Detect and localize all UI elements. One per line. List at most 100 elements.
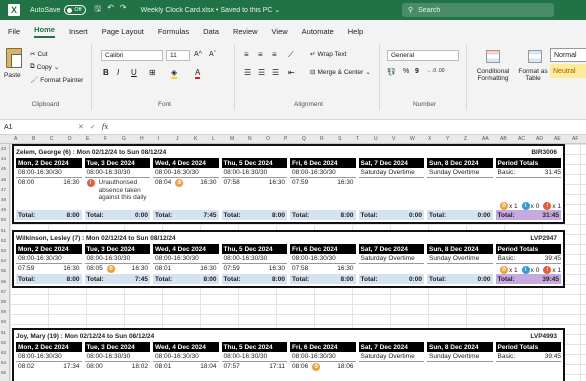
fx-icon[interactable]: fx (102, 123, 109, 131)
font-size-select[interactable]: 11 (166, 50, 190, 61)
column-header[interactable]: U (374, 136, 378, 142)
column-header[interactable]: C (50, 136, 54, 142)
clock-cell[interactable] (427, 178, 493, 210)
indent-icon[interactable]: ⇤ (288, 68, 295, 77)
align-left-icon[interactable]: ☰ (244, 68, 251, 77)
conditional-formatting-icon[interactable] (486, 50, 500, 63)
tab-view[interactable]: View (272, 27, 288, 36)
column-header[interactable]: Z (464, 136, 467, 142)
borders-icon[interactable]: ⊞ (149, 68, 156, 77)
tab-home[interactable]: Home (34, 25, 55, 38)
column-header[interactable]: W (410, 136, 415, 142)
tab-page-layout[interactable]: Page Layout (102, 27, 144, 36)
clock-cell[interactable]: 08:06 ⏱ 18:06 (290, 362, 356, 372)
column-header[interactable]: G (122, 136, 126, 142)
row-header[interactable]: 51 (1, 228, 6, 233)
column-header[interactable]: AB (500, 136, 507, 142)
tab-automate[interactable]: Automate (302, 27, 334, 36)
name-box[interactable]: A1 (2, 121, 72, 133)
font-name-select[interactable]: Calibri (101, 50, 163, 61)
cancel-icon[interactable]: ✕ (78, 123, 84, 131)
currency-icon[interactable]: 💱 (387, 68, 396, 76)
column-header[interactable]: AE (554, 136, 561, 142)
column-header[interactable]: Q (302, 136, 306, 142)
tab-help[interactable]: Help (348, 27, 363, 36)
cut-button[interactable]: ✂ Cut (30, 50, 48, 59)
column-header[interactable]: N (248, 136, 252, 142)
clock-cell[interactable]: 08:02 17:34 (16, 362, 82, 372)
clock-cell[interactable]: ! Unauthorised absence taken against this… (85, 178, 151, 210)
align-center-icon[interactable]: ☰ (258, 68, 265, 77)
row-header[interactable]: 49 (1, 207, 6, 212)
column-header[interactable]: AA (482, 136, 489, 142)
clock-cell[interactable] (496, 362, 562, 372)
row-header[interactable]: 58 (1, 299, 6, 304)
row-header[interactable]: 61 (1, 330, 6, 335)
clock-cell[interactable]: 08:01 18:04 (153, 362, 219, 372)
column-header[interactable]: AC (518, 136, 525, 142)
grow-font-button[interactable]: A^ (194, 51, 202, 58)
increase-decimal-button[interactable]: ←.0 .00 (427, 68, 445, 74)
column-header[interactable]: F (104, 136, 107, 142)
row-header[interactable]: 60 (1, 319, 6, 324)
format-table-icon[interactable] (528, 50, 542, 63)
italic-button[interactable]: I (117, 68, 119, 77)
enter-icon[interactable]: ✓ (90, 123, 96, 131)
wrap-text-button[interactable]: ↵ Wrap Text (310, 50, 346, 59)
clock-cell[interactable]: 08:01 16:30 (153, 264, 219, 274)
column-header[interactable]: B (32, 136, 35, 142)
style-normal[interactable]: Normal (550, 48, 586, 62)
clock-cell[interactable] (427, 264, 493, 274)
conditional-formatting-button[interactable]: Conditional Formatting (470, 68, 516, 82)
clock-cell[interactable]: 08:00 18:02 (85, 362, 151, 372)
column-header[interactable]: H (140, 136, 144, 142)
column-header[interactable]: Y (446, 136, 449, 142)
clock-cell[interactable] (359, 264, 425, 274)
tab-review[interactable]: Review (233, 27, 258, 36)
row-header[interactable]: 44 (1, 156, 6, 161)
clock-cell[interactable]: 08:05 ⏱ 16:30 (85, 264, 151, 274)
copy-button[interactable]: ⧉ Copy ⌄ (30, 63, 59, 71)
paste-icon[interactable] (6, 48, 22, 68)
column-header[interactable]: T (356, 136, 359, 142)
clock-cell[interactable] (359, 178, 425, 210)
column-header[interactable]: O (266, 136, 270, 142)
column-header[interactable]: L (212, 136, 215, 142)
row-header[interactable]: 46 (1, 177, 6, 182)
comma-button[interactable]: 9 (415, 68, 419, 75)
column-header[interactable]: AD (536, 136, 543, 142)
row-header[interactable]: 65 (1, 370, 6, 375)
row-header[interactable]: 48 (1, 197, 6, 202)
column-header[interactable]: D (68, 136, 72, 142)
clock-cell[interactable]: 07:59 16:30 (290, 178, 356, 210)
worksheet[interactable]: Zelem, George (6) : Mon 02/12/24 to Sun … (10, 144, 586, 381)
merge-center-button[interactable]: ⊟ Merge & Center ⌄ (310, 68, 371, 77)
column-header[interactable]: K (194, 136, 197, 142)
tab-file[interactable]: File (8, 27, 20, 36)
shrink-font-button[interactable]: Aˇ (209, 51, 216, 58)
align-top-icon[interactable]: ≡ (244, 50, 249, 59)
style-neutral[interactable]: Neutral (550, 64, 586, 78)
paste-button[interactable]: Paste (4, 72, 21, 79)
clock-cell[interactable]: 08:04 ⏱ 16:30 (153, 178, 219, 210)
row-header[interactable]: 53 (1, 248, 6, 253)
column-header[interactable]: S (338, 136, 341, 142)
column-header[interactable]: V (392, 136, 395, 142)
column-header[interactable]: P (284, 136, 287, 142)
font-color-icon[interactable]: A (195, 68, 201, 79)
row-header[interactable]: 52 (1, 238, 6, 243)
bold-button[interactable]: B (103, 68, 109, 77)
underline-button[interactable]: U (131, 68, 137, 77)
search-box[interactable]: ⚲ Search (402, 3, 554, 17)
tab-data[interactable]: Data (203, 27, 219, 36)
column-header[interactable]: E (86, 136, 89, 142)
tab-insert[interactable]: Insert (69, 27, 88, 36)
format-painter-button[interactable]: 🖌 Format Painter (30, 76, 83, 85)
percent-button[interactable]: % (403, 68, 409, 75)
row-header[interactable]: 50 (1, 217, 6, 222)
save-icon[interactable]: 🖫 (94, 3, 101, 17)
clock-cell[interactable]: 07:58 16:30 (290, 264, 356, 274)
column-header[interactable]: I (158, 136, 159, 142)
row-header[interactable]: 54 (1, 258, 6, 263)
document-title[interactable]: Weekly Clock Card.xlsx • Saved to this P… (141, 6, 281, 14)
